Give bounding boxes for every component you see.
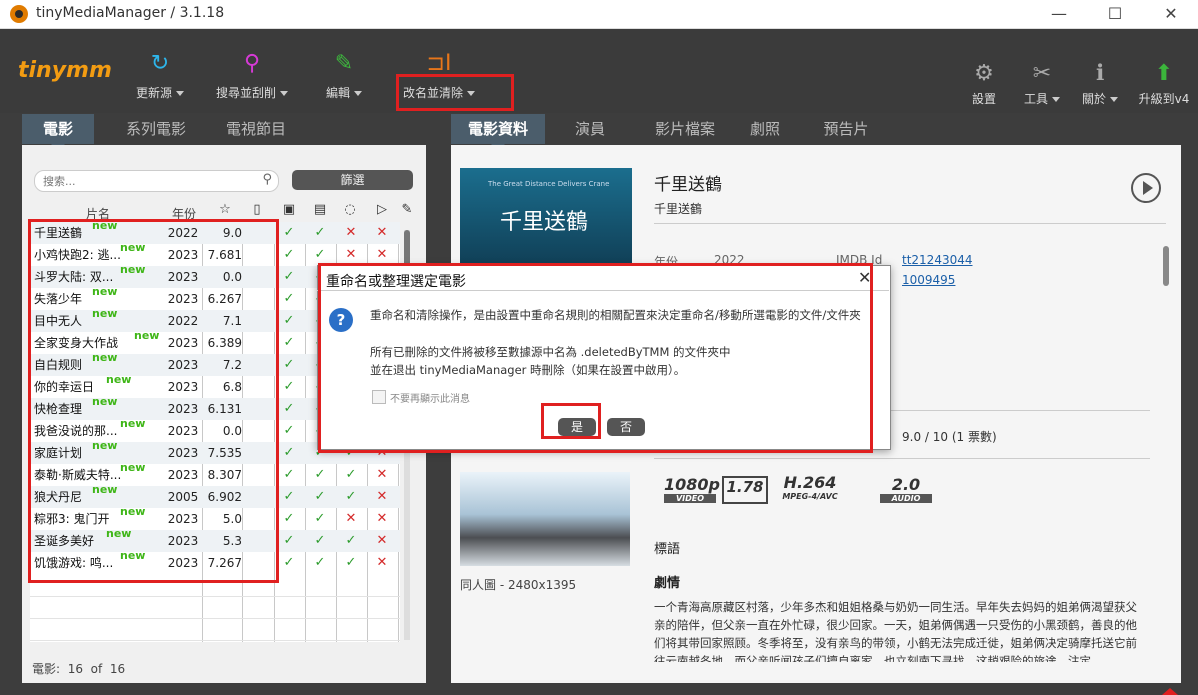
right-tab-bar: 電影資料 演員 影片檔案 劇照 預告片	[451, 114, 1181, 151]
check-icon: ✓	[314, 533, 326, 548]
search-scrape-button[interactable]: ⚲ 搜尋並刮削	[207, 50, 297, 101]
divider	[654, 223, 1166, 224]
cross-icon: ✕	[376, 225, 388, 240]
tab-media-files[interactable]: 影片檔案	[633, 114, 737, 144]
resize-corner-icon[interactable]	[1162, 688, 1178, 695]
tab-tv-shows[interactable]: 電視節目	[208, 114, 304, 144]
cross-icon: ✕	[345, 225, 357, 240]
check-icon: ✓	[283, 511, 295, 526]
filter-button[interactable]: 篩選	[292, 170, 413, 190]
window-title: tinyMediaManager / 3.1.18	[36, 5, 225, 21]
check-icon: ✓	[283, 555, 295, 570]
app-logo: tinymm	[18, 58, 112, 83]
cross-icon: ✕	[376, 555, 388, 570]
check-icon: ✓	[283, 313, 295, 328]
audio-channels-badge: 2.0 AUDIO	[880, 475, 932, 503]
check-icon: ✓	[314, 467, 326, 482]
check-icon: ✓	[345, 467, 357, 482]
movie-poster[interactable]: The Great Distance Delivers Crane 千里送鶴	[460, 168, 632, 268]
maximize-button[interactable]: ☐	[1092, 2, 1138, 26]
film-icon[interactable]: ▤	[311, 202, 329, 218]
check-icon: ✓	[283, 467, 295, 482]
app-icon	[10, 5, 28, 23]
tab-trailer[interactable]: 預告片	[811, 114, 881, 144]
check-icon: ✓	[283, 533, 295, 548]
check-icon: ✓	[283, 269, 295, 284]
minimize-button[interactable]: —	[1036, 2, 1082, 26]
update-sources-button[interactable]: ↻ 更新源	[115, 50, 205, 101]
subtitles-icon[interactable]: ◌	[341, 202, 359, 218]
edit-button[interactable]: ✎ 編輯	[299, 50, 389, 101]
video-resolution-badge: 1080p VIDEO	[664, 475, 720, 503]
check-icon: ✓	[283, 489, 295, 504]
imdb-link[interactable]: tt21243044	[902, 253, 973, 267]
empty-row	[30, 618, 400, 641]
search-icon: ⚲	[262, 172, 272, 187]
nfo-file-icon[interactable]: ▯	[248, 202, 266, 218]
fanart-label: 同人圖 - 2480x1395	[460, 578, 577, 592]
highlight-yes-button	[541, 403, 601, 439]
check-icon: ✓	[283, 247, 295, 262]
check-icon: ✓	[283, 401, 295, 416]
trailer-play-icon[interactable]: ▷	[373, 202, 391, 218]
tab-movie-info[interactable]: 電影資料	[451, 114, 545, 151]
tab-cast[interactable]: 演員	[555, 114, 625, 144]
play-trailer-icon[interactable]	[1131, 173, 1161, 203]
check-icon: ✓	[345, 555, 357, 570]
empty-row	[30, 596, 400, 619]
cross-icon: ✕	[376, 467, 388, 482]
video-codec-badge: H.264 MPEG-4/AVC	[782, 473, 838, 501]
check-icon: ✓	[283, 379, 295, 394]
fanart-image[interactable]	[460, 472, 630, 566]
search-box[interactable]: ⚲	[34, 170, 279, 192]
detail-scrollbar[interactable]	[1163, 246, 1169, 286]
plot-text: 一个青海高原藏区村落，少年多杰和姐姐格桑与奶奶一同生活。早年失去妈妈的姐弟俩渴望…	[654, 600, 1137, 662]
search-key-icon: ⚲	[243, 51, 261, 76]
check-icon: ✓	[283, 423, 295, 438]
tab-movies[interactable]: 電影	[22, 114, 94, 151]
close-button[interactable]: ✕	[1148, 2, 1194, 26]
refresh-icon: ↻	[150, 51, 170, 76]
wrench-icon[interactable]: ✎	[398, 202, 416, 218]
upgrade-arrow-icon: ⬆	[1154, 61, 1174, 86]
highlight-movie-list	[28, 219, 279, 583]
tagline-label: 標語	[654, 542, 681, 557]
highlight-rename-button	[396, 74, 514, 111]
check-icon: ✓	[283, 445, 295, 460]
cross-icon: ✕	[376, 511, 388, 526]
check-icon: ✓	[314, 225, 326, 240]
check-icon: ✓	[283, 357, 295, 372]
left-tab-bar: 電影 系列電影 電視節目	[22, 114, 426, 151]
check-icon: ✓	[314, 511, 326, 526]
cross-icon: ✕	[376, 489, 388, 504]
check-icon: ✓	[314, 489, 326, 504]
check-icon: ✓	[345, 533, 357, 548]
tab-artwork[interactable]: 劇照	[735, 114, 795, 144]
check-icon: ✓	[283, 225, 295, 240]
aspect-ratio-badge: 1.78	[722, 476, 768, 504]
edit-icon: ✎	[334, 51, 354, 76]
tmdb-link[interactable]: 1009495	[902, 273, 955, 287]
check-icon: ✓	[283, 291, 295, 306]
cross-icon: ✕	[376, 533, 388, 548]
check-icon: ✓	[314, 555, 326, 570]
movie-original-title: 千里送鶴	[654, 202, 703, 216]
movie-title: 千里送鶴	[654, 175, 722, 195]
tab-movie-sets[interactable]: 系列電影	[104, 114, 208, 144]
images-icon[interactable]: ▣	[280, 202, 298, 218]
divider	[654, 458, 1150, 459]
plot-label: 劇情	[654, 576, 681, 591]
search-input[interactable]	[41, 172, 255, 190]
check-icon: ✓	[283, 335, 295, 350]
upgrade-button[interactable]: ⬆ 升級到v4	[1124, 60, 1198, 107]
cross-icon: ✕	[345, 511, 357, 526]
movie-count-status: 電影: 16 of 16	[32, 662, 126, 676]
check-icon: ✓	[345, 489, 357, 504]
title-bar: tinyMediaManager / 3.1.18 — ☐ ✕	[0, 0, 1198, 29]
rating-star-icon[interactable]: ☆	[216, 202, 234, 218]
rating-value: 9.0 / 10 (1 票數)	[902, 430, 997, 444]
